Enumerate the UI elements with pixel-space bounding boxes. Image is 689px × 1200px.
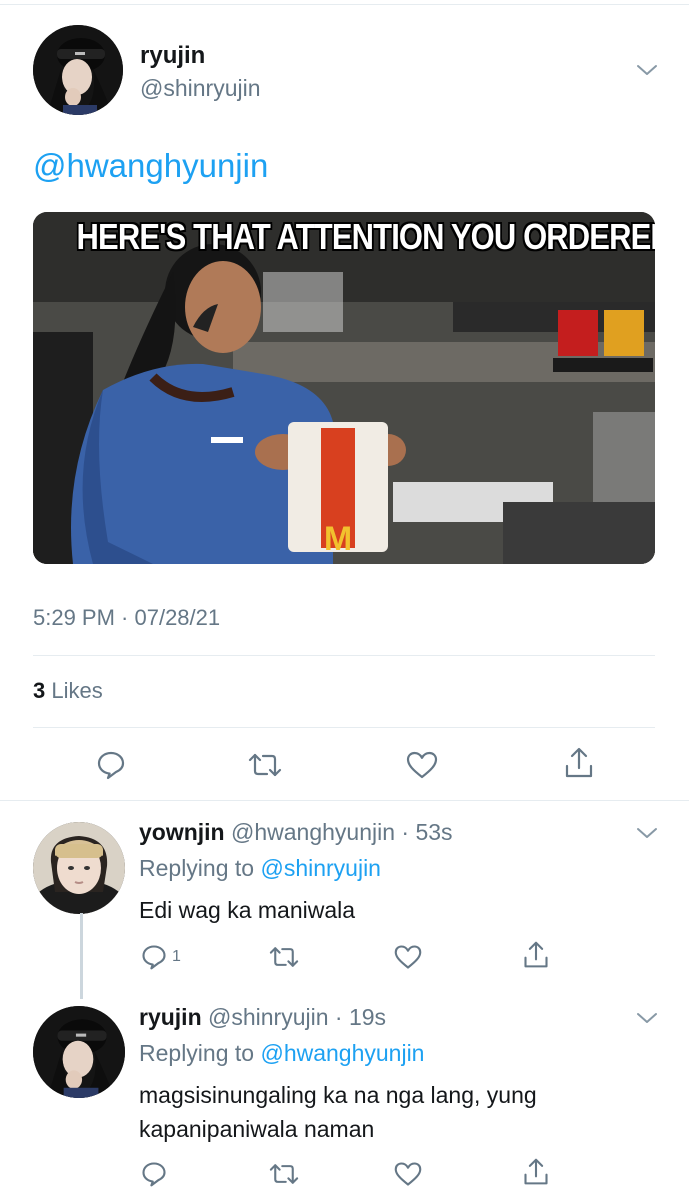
share-icon: [524, 1158, 548, 1185]
share-button[interactable]: [563, 746, 595, 780]
author-name[interactable]: ryujin: [139, 1004, 202, 1030]
author-name[interactable]: ryujin: [140, 42, 205, 70]
reply-button[interactable]: 1: [140, 943, 181, 971]
svg-text:M: M: [324, 520, 352, 558]
section-divider: [0, 800, 689, 801]
reply-icon: [142, 945, 166, 970]
reply-header: ryujin @shinryujin · 19s: [139, 1004, 386, 1031]
meme-image: M: [33, 212, 655, 564]
author-handle[interactable]: @shinryujin: [140, 75, 261, 102]
tweet-timestamp[interactable]: 5:29 PM · 07/28/21: [33, 605, 220, 631]
reply-button[interactable]: [140, 1160, 168, 1188]
heart-icon: [394, 945, 422, 969]
avatar[interactable]: [33, 1006, 125, 1098]
reply-button[interactable]: [95, 749, 127, 781]
share-icon: [524, 941, 548, 968]
share-icon: [565, 747, 593, 778]
likes-stat[interactable]: 3 Likes: [33, 678, 103, 704]
tweet-mention[interactable]: @hwanghyunjin: [33, 147, 268, 185]
retweet-button[interactable]: [268, 943, 300, 971]
reply-header: yownjin @hwanghyunjin · 53s: [139, 819, 453, 846]
reply-icon: [97, 751, 125, 780]
replying-prefix: Replying to: [139, 855, 261, 881]
reply-count: 1: [172, 948, 181, 965]
avatar[interactable]: [33, 25, 123, 115]
reply-icon: [142, 1162, 166, 1187]
reply-text: magsisinungaling ka na nga lang, yung ka…: [139, 1078, 537, 1146]
divider: [33, 655, 655, 656]
top-divider: [0, 4, 689, 5]
replying-mention[interactable]: @hwanghyunjin: [260, 1040, 424, 1066]
chevron-down-icon[interactable]: [636, 1011, 658, 1025]
divider: [33, 727, 655, 728]
retweet-button[interactable]: [247, 749, 283, 781]
retweet-icon: [248, 753, 282, 777]
reply-text-line: kapanipaniwala naman: [139, 1116, 375, 1142]
like-button[interactable]: [393, 1160, 423, 1188]
reply-text-line: magsisinungaling ka na nga lang, yung: [139, 1082, 537, 1108]
replying-to: Replying to @hwanghyunjin: [139, 1040, 424, 1067]
likes-label: Likes: [45, 678, 103, 703]
share-button[interactable]: [522, 940, 550, 970]
tweet-media[interactable]: M HERE'S THAT ATTENTION YOU ORDERED: [33, 212, 655, 564]
author-handle-time[interactable]: @hwanghyunjin · 53s: [225, 819, 453, 845]
thread-connector: [80, 913, 83, 999]
author-name[interactable]: yownjin: [139, 819, 225, 845]
reply-text: Edi wag ka maniwala: [139, 897, 356, 923]
avatar[interactable]: [33, 822, 125, 914]
likes-count: 3: [33, 678, 46, 703]
heart-icon: [406, 751, 438, 779]
replying-prefix: Replying to: [139, 1040, 261, 1066]
replying-to: Replying to @shinryujin: [139, 855, 381, 882]
like-button[interactable]: [393, 943, 423, 971]
share-button[interactable]: [522, 1157, 550, 1187]
replying-mention[interactable]: @shinryujin: [260, 855, 381, 881]
chevron-down-icon[interactable]: [636, 826, 658, 840]
chevron-down-icon[interactable]: [636, 63, 658, 77]
like-button[interactable]: [405, 749, 439, 781]
meme-caption: HERE'S THAT ATTENTION YOU ORDERED: [76, 216, 655, 257]
retweet-icon: [269, 947, 299, 967]
heart-icon: [394, 1162, 422, 1186]
retweet-icon: [269, 1164, 299, 1184]
retweet-button[interactable]: [268, 1160, 300, 1188]
author-handle-time[interactable]: @shinryujin · 19s: [202, 1004, 386, 1030]
